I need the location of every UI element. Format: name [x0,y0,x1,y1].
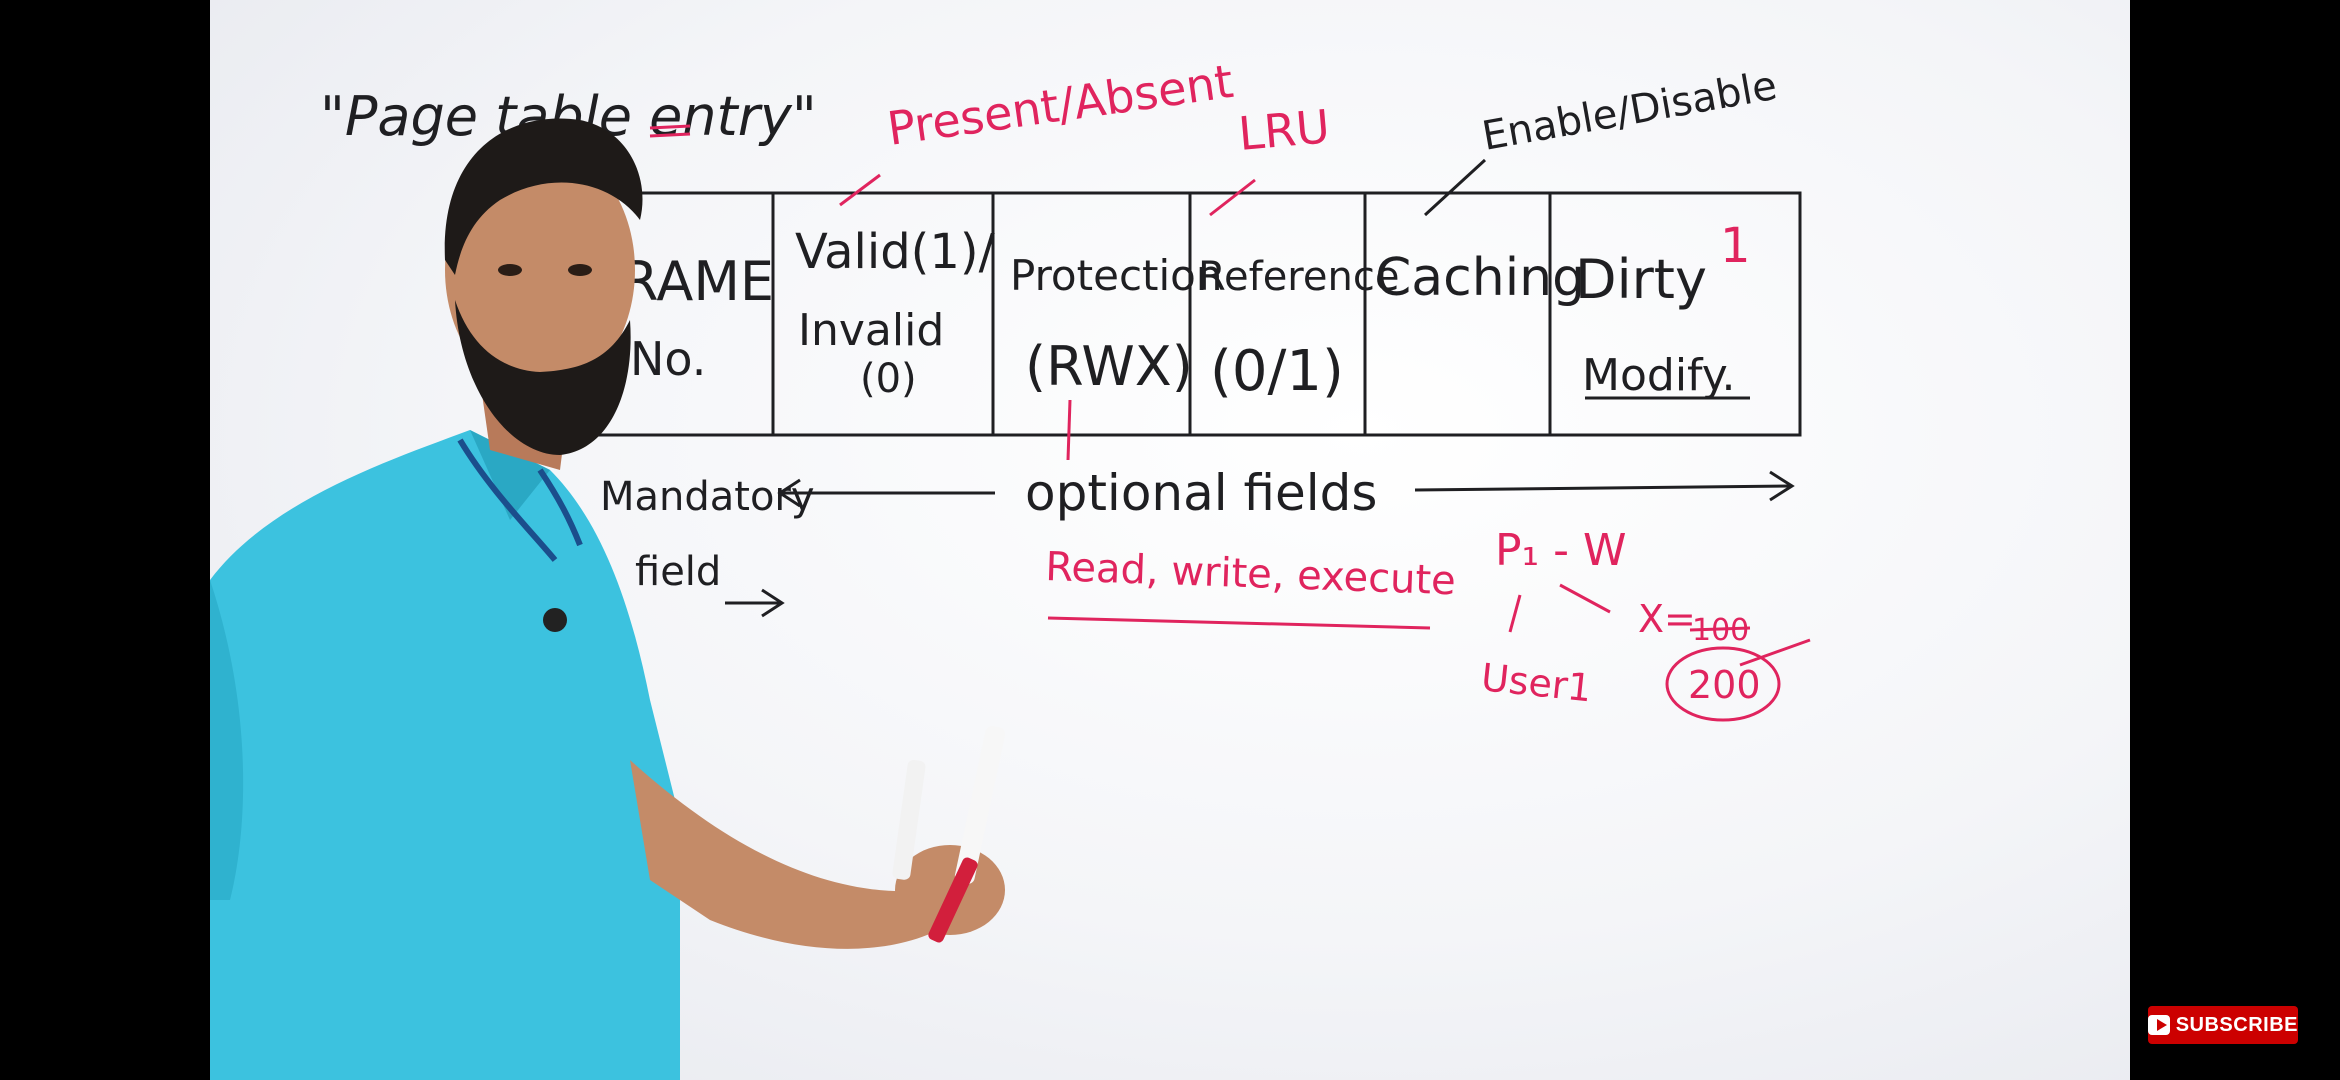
whiteboard: "Page table entry" FRAME No. Valid(1)/ I… [210,54,1811,1080]
col-valid-line3: (0) [860,356,917,402]
col-dirty-line1: Dirty [1575,248,1707,311]
annotation-lru: LRU [1236,99,1332,161]
col-protection-line2: (RWX) [1025,335,1193,398]
label-optional-fields: optional fields [1025,464,1377,522]
col-caching-line1: Caching [1375,248,1585,308]
annotation-p1-w: P₁ - W [1495,525,1627,576]
label-field: field [635,549,721,595]
annotation-x-eq: X= [1638,597,1696,641]
label-mandatory: Mandatory [600,474,815,520]
col-reference-line1: Reference [1198,254,1399,300]
video-frame[interactable]: "Page table entry" FRAME No. Valid(1)/ I… [210,0,2130,1080]
annotation-x-new: 200 [1688,663,1761,707]
annotation-user1: User1 [1479,655,1594,710]
col-frame-line2: No. [630,332,706,386]
play-icon [2148,1015,2170,1035]
annotation-dirty-bit: 1 [1720,218,1751,274]
annotation-read-write-execute: Read, write, execute [1045,544,1457,604]
subscribe-label: SUBSCRIBE [2175,1013,2298,1036]
col-valid-line2: Invalid [798,305,944,356]
col-reference-line2: (0/1) [1210,339,1344,404]
subscribe-button[interactable]: SUBSCRIBE [2148,1006,2298,1044]
col-dirty-line2: Modify. [1582,350,1736,401]
col-valid-line1: Valid(1)/ [795,224,996,280]
annotation-present-absent: Present/Absent [884,54,1236,156]
annotation-enable-disable: Enable/Disable [1479,63,1781,160]
col-protection-line1: Protection [1010,251,1222,300]
